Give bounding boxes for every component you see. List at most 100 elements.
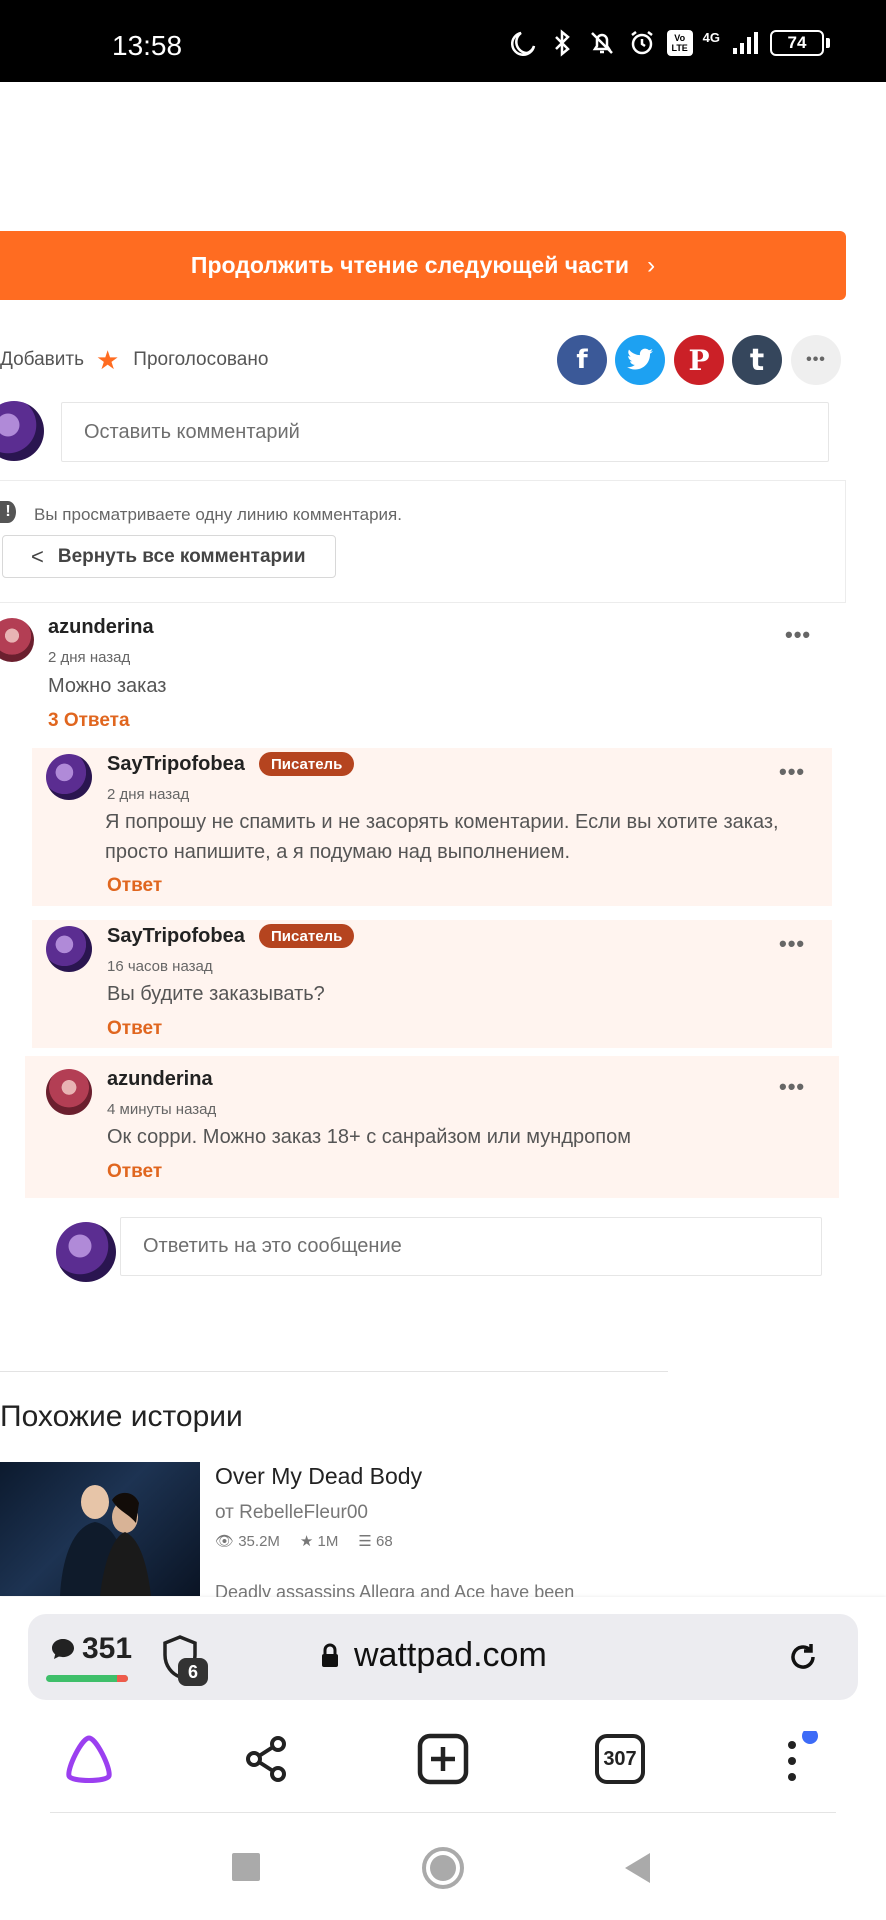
back-button[interactable] <box>622 1851 652 1885</box>
home-button-inner <box>430 1855 456 1881</box>
comment-text: Можно заказ <box>48 675 167 697</box>
reply-text: Ок сорри. Можно заказ 18+ с санрайзом ил… <box>107 1126 631 1148</box>
more-share-button[interactable]: ••• <box>791 335 841 385</box>
writer-badge: Писатель <box>259 924 355 948</box>
reply-avatar[interactable] <box>46 1069 92 1115</box>
comments-counter[interactable]: 351 <box>50 1632 132 1666</box>
reply-time: 4 минуты назад <box>107 1101 217 1118</box>
reply-link[interactable]: Ответ <box>107 1018 162 1040</box>
status-time: 13:58 <box>112 30 183 61</box>
user-avatar <box>56 1222 116 1282</box>
tabs-count: 307 <box>595 1734 645 1784</box>
votes-stat: ★ 1M <box>300 1532 338 1550</box>
reply-more-icon[interactable]: ••• <box>779 931 805 957</box>
new-tab-button[interactable] <box>415 1731 471 1787</box>
comment-input-placeholder: Оставить комментарий <box>84 420 300 443</box>
info-icon: ! <box>0 501 16 523</box>
chevron-left-icon: < <box>31 543 44 569</box>
eye-icon: 👁 <box>215 1533 239 1550</box>
battery-icon: 74 <box>770 30 824 56</box>
commenter-avatar[interactable] <box>0 618 34 662</box>
network-type: 4G <box>702 29 720 45</box>
toolbar-separator <box>50 1812 836 1813</box>
parts-stat: ☰ 68 <box>358 1532 392 1550</box>
book-description: Deadly assassins Allegra and Ace have be… <box>215 1582 575 1598</box>
divider <box>0 1371 668 1372</box>
menu-button[interactable] <box>770 1731 826 1787</box>
book-cover-image <box>60 1485 151 1596</box>
comments-progress-bar <box>46 1675 128 1682</box>
book-author[interactable]: от RebelleFleur00 <box>215 1502 368 1524</box>
comment-username[interactable]: azunderina <box>48 616 154 639</box>
twitter-share-button[interactable] <box>615 335 665 385</box>
alarm-icon <box>630 31 653 55</box>
continue-reading-label: Продолжить чтение следующей части <box>190 252 630 278</box>
battery-tip <box>826 38 830 48</box>
pinterest-icon: P <box>688 343 710 377</box>
thread-notice: ! Вы просматриваете одну линию комментар… <box>0 480 846 603</box>
reply-input-placeholder: Ответить на это сообщение <box>143 1235 402 1257</box>
voted-label[interactable]: Проголосовано <box>133 349 268 371</box>
continue-reading-button[interactable]: Продолжить чтение следующей части › <box>0 231 846 300</box>
reply-more-icon[interactable]: ••• <box>779 759 805 785</box>
pinterest-share-button[interactable]: P <box>674 335 724 385</box>
reply-username[interactable]: azunderina <box>107 1068 213 1091</box>
replies-link[interactable]: 3 Ответа <box>48 710 130 732</box>
url-text: wattpad.com <box>354 1636 547 1674</box>
reply-time: 2 дня назад <box>107 786 190 803</box>
facebook-share-button[interactable]: f <box>557 335 607 385</box>
tumblr-share-button[interactable]: t <box>732 335 782 385</box>
book-title[interactable]: Over My Dead Body <box>215 1463 422 1490</box>
plus-square-icon <box>417 1733 469 1785</box>
bluetooth-icon <box>554 29 570 57</box>
reply-avatar[interactable] <box>46 926 92 972</box>
comment-time: 2 дня назад <box>48 649 131 666</box>
twitter-icon <box>627 348 653 370</box>
reply-username[interactable]: SayTripofobea <box>107 753 245 776</box>
alice-assistant-button[interactable] <box>61 1731 117 1787</box>
volte-icon: Vo LTE <box>666 30 693 56</box>
comment-more-icon[interactable]: ••• <box>785 622 811 648</box>
reply-username[interactable]: SayTripofobea <box>107 925 245 948</box>
status-icons: Vo LTE 4G 74 <box>507 28 830 58</box>
reply-text: Вы будите заказывать? <box>107 983 325 1005</box>
share-icon <box>246 1736 286 1782</box>
reply-avatar[interactable] <box>46 754 92 800</box>
lock-icon <box>322 1643 338 1667</box>
mute-bell-icon <box>590 32 613 54</box>
home-button[interactable] <box>422 1847 464 1889</box>
votes-count: 1M <box>317 1533 339 1550</box>
vote-row: Добавить ★ Проголосовано <box>0 340 268 380</box>
recent-apps-button[interactable] <box>232 1853 260 1881</box>
reload-icon[interactable] <box>786 1640 820 1674</box>
reply-more-icon[interactable]: ••• <box>779 1074 805 1100</box>
reads-stat: 👁 35.2M <box>215 1532 280 1550</box>
reply-link[interactable]: Ответ <box>107 1161 162 1183</box>
moon-icon <box>510 31 535 56</box>
star-icon[interactable]: ★ <box>96 345 119 376</box>
thread-notice-text: Вы просматриваете одну линию комментария… <box>34 505 402 524</box>
tumblr-icon: t <box>749 342 765 378</box>
book-stats: 👁 35.2M ★ 1M ☰ 68 <box>215 1532 393 1550</box>
star-icon: ★ <box>299 1533 318 1550</box>
comment-input[interactable]: Оставить комментарий <box>61 402 829 462</box>
show-all-comments-button[interactable]: < Вернуть все комментарии <box>2 535 336 578</box>
reply-time: 16 часов назад <box>107 958 213 975</box>
alice-icon <box>66 1735 112 1783</box>
reads-count: 35.2M <box>238 1533 280 1550</box>
writer-badge: Писатель <box>259 752 355 776</box>
book-cover[interactable] <box>0 1462 200 1596</box>
user-avatar <box>0 401 44 461</box>
comments-progress-end <box>117 1675 128 1682</box>
more-vertical-icon <box>788 1731 818 1781</box>
share-button[interactable] <box>238 1731 294 1787</box>
facebook-icon: f <box>576 345 588 375</box>
comments-count: 351 <box>82 1632 133 1665</box>
parts-count: 68 <box>376 1533 393 1550</box>
reply-link[interactable]: Ответ <box>107 875 162 897</box>
url-display[interactable]: wattpad.com <box>320 1636 547 1675</box>
tabs-button[interactable]: 307 <box>592 1731 648 1787</box>
add-button[interactable]: Добавить <box>0 349 84 371</box>
blocked-trackers-count: 6 <box>178 1658 208 1686</box>
reply-input[interactable]: Ответить на это сообщение <box>120 1217 822 1276</box>
